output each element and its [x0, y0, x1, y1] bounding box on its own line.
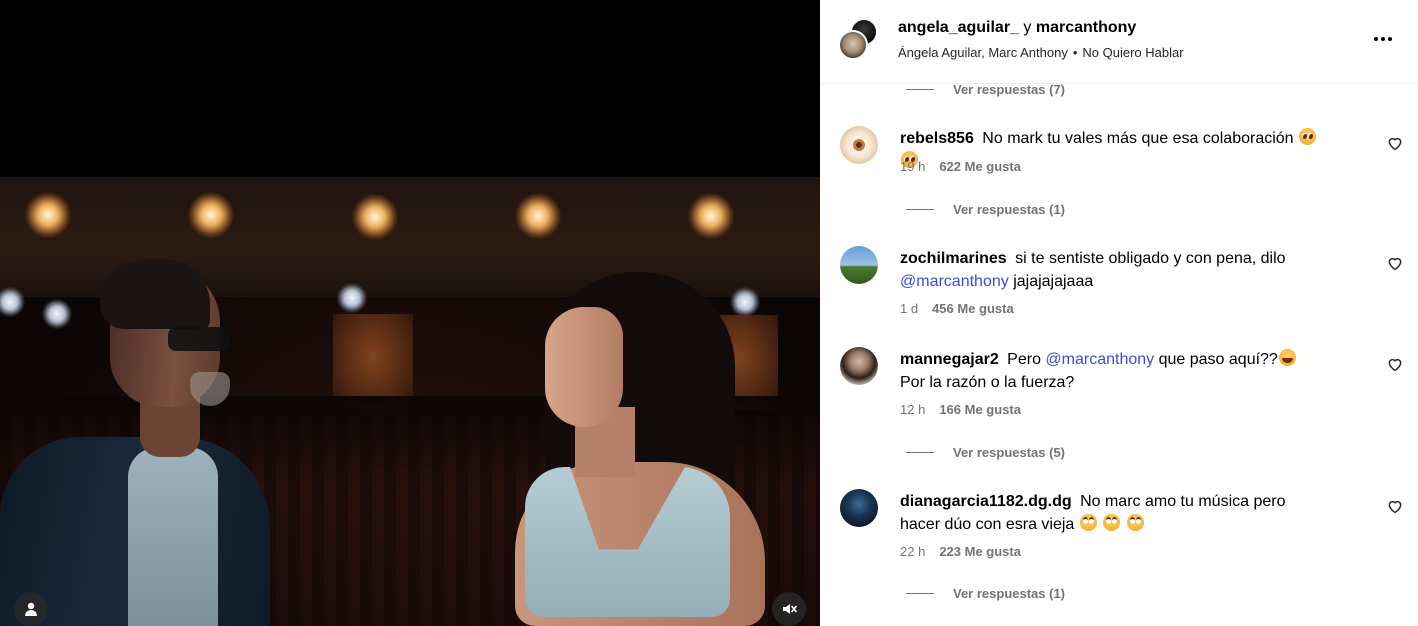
like-heart-icon[interactable]	[1386, 254, 1404, 272]
avatar[interactable]	[838, 30, 868, 60]
comment-body: jajajajajaaa	[1013, 273, 1094, 290]
comment-username[interactable]: zochilmarines	[900, 250, 1007, 267]
user-tag-icon	[25, 602, 37, 616]
separator-dot: •	[1072, 45, 1078, 60]
view-replies-button[interactable]: Ver respuestas (1)	[906, 202, 1065, 217]
comment-body: Pero	[1007, 351, 1041, 368]
post-header: angela_aguilar_ y marcanthony Ángela Agu…	[820, 0, 1418, 84]
comment-meta: 19 h 622 Me gusta	[900, 159, 1021, 174]
like-heart-icon[interactable]	[1386, 355, 1404, 373]
comment-likes[interactable]: 166 Me gusta	[939, 402, 1021, 417]
stage-light	[352, 194, 398, 240]
comment-body: No mark tu vales más que esa colaboració…	[982, 130, 1294, 147]
artist-names: Ángela Aguilar, Marc Anthony	[898, 45, 1068, 60]
comment-body: si te sentiste obligado y con pena, dilo	[1015, 250, 1286, 267]
view-replies-button[interactable]: Ver respuestas (5)	[906, 445, 1065, 460]
more-options-button[interactable]	[1368, 26, 1398, 52]
stage-light	[337, 283, 367, 313]
comment-text: mannegajar2 Pero @marcanthony que paso a…	[900, 348, 1320, 394]
stage-light	[188, 192, 234, 238]
comment-time[interactable]: 12 h	[900, 402, 925, 417]
tagged-users-button[interactable]	[14, 592, 48, 626]
reply-divider	[906, 452, 934, 453]
view-replies-label: Ver respuestas (1)	[953, 202, 1066, 217]
comment-time[interactable]: 22 h	[900, 544, 925, 559]
woman-face	[545, 307, 623, 427]
video-frame[interactable]	[0, 177, 820, 626]
laughing-face-icon	[1278, 349, 1296, 366]
view-replies-label: Ver respuestas (7)	[953, 82, 1066, 97]
face-with-rolling-eyes-icon	[1126, 514, 1144, 531]
wall-lamp	[333, 314, 413, 409]
comment-username[interactable]: rebels856	[900, 130, 974, 147]
author-link[interactable]: angela_aguilar_	[898, 19, 1019, 36]
like-heart-icon[interactable]	[1386, 497, 1404, 515]
stage-light	[0, 287, 25, 317]
author-link[interactable]: marcanthony	[1036, 19, 1136, 36]
reply-divider	[906, 89, 934, 90]
view-replies-button[interactable]: Ver respuestas (1)	[906, 586, 1065, 601]
man-sunglasses	[168, 327, 230, 351]
view-replies-label: Ver respuestas (5)	[953, 445, 1066, 460]
comment-username[interactable]: mannegajar2	[900, 351, 999, 368]
comment-meta: 12 h 166 Me gusta	[900, 402, 1021, 417]
speaker-muted-icon	[783, 604, 797, 614]
comment-time[interactable]: 1 d	[900, 301, 918, 316]
mention-link[interactable]: @marcanthony	[900, 273, 1009, 290]
mention-link[interactable]: @marcanthony	[1045, 351, 1154, 368]
comments-panel: angela_aguilar_ y marcanthony Ángela Agu…	[820, 0, 1418, 626]
stage-light	[515, 193, 561, 239]
comment-meta: 1 d 456 Me gusta	[900, 301, 1014, 316]
comment-time[interactable]: 19 h	[900, 159, 925, 174]
avatar[interactable]	[840, 489, 878, 527]
reply-divider	[906, 593, 934, 594]
stage-light	[730, 287, 760, 317]
man-shirt	[128, 447, 218, 626]
comment-username[interactable]: dianagarcia1182.dg.dg	[900, 493, 1072, 510]
comment-likes[interactable]: 223 Me gusta	[939, 544, 1021, 559]
song-title: No Quiero Hablar	[1082, 45, 1184, 60]
audio-attribution[interactable]: Ángela Aguilar, Marc Anthony • No Quiero H…	[898, 45, 1184, 60]
mute-toggle-button[interactable]	[772, 592, 806, 626]
author-conjunction: y	[1023, 19, 1032, 36]
view-replies-button[interactable]: Ver respuestas (7)	[906, 82, 1065, 97]
avatar[interactable]	[840, 246, 878, 284]
comment-meta: 22 h 223 Me gusta	[900, 544, 1021, 559]
avatar[interactable]	[840, 126, 878, 164]
comment-likes[interactable]: 622 Me gusta	[939, 159, 1021, 174]
comment-body: que paso aquí??	[1158, 351, 1278, 368]
reply-divider	[906, 209, 934, 210]
more-horizontal-icon	[1374, 37, 1392, 41]
like-heart-icon[interactable]	[1386, 134, 1404, 152]
stage-light	[25, 192, 71, 238]
video-player[interactable]	[0, 0, 820, 626]
man-hair	[100, 259, 210, 329]
comment-body: Por la razón o la fuerza?	[900, 374, 1075, 391]
stage-light	[42, 299, 72, 329]
avatar-image	[853, 139, 865, 151]
comment-likes[interactable]: 456 Me gusta	[932, 301, 1014, 316]
face-with-rolling-eyes-icon	[1079, 514, 1097, 531]
collab-avatars[interactable]	[838, 18, 880, 60]
comment-text: dianagarcia1182.dg.dg No marc amo tu mús…	[900, 490, 1320, 536]
comment-text: zochilmarines si te sentiste obligado y …	[900, 247, 1320, 293]
post-authors: angela_aguilar_ y marcanthony	[898, 19, 1136, 37]
avatar[interactable]	[840, 347, 878, 385]
pleading-face-icon	[1299, 128, 1317, 145]
stage-light	[688, 193, 734, 239]
view-replies-label: Ver respuestas (1)	[953, 586, 1066, 601]
face-with-rolling-eyes-icon	[1103, 514, 1121, 531]
